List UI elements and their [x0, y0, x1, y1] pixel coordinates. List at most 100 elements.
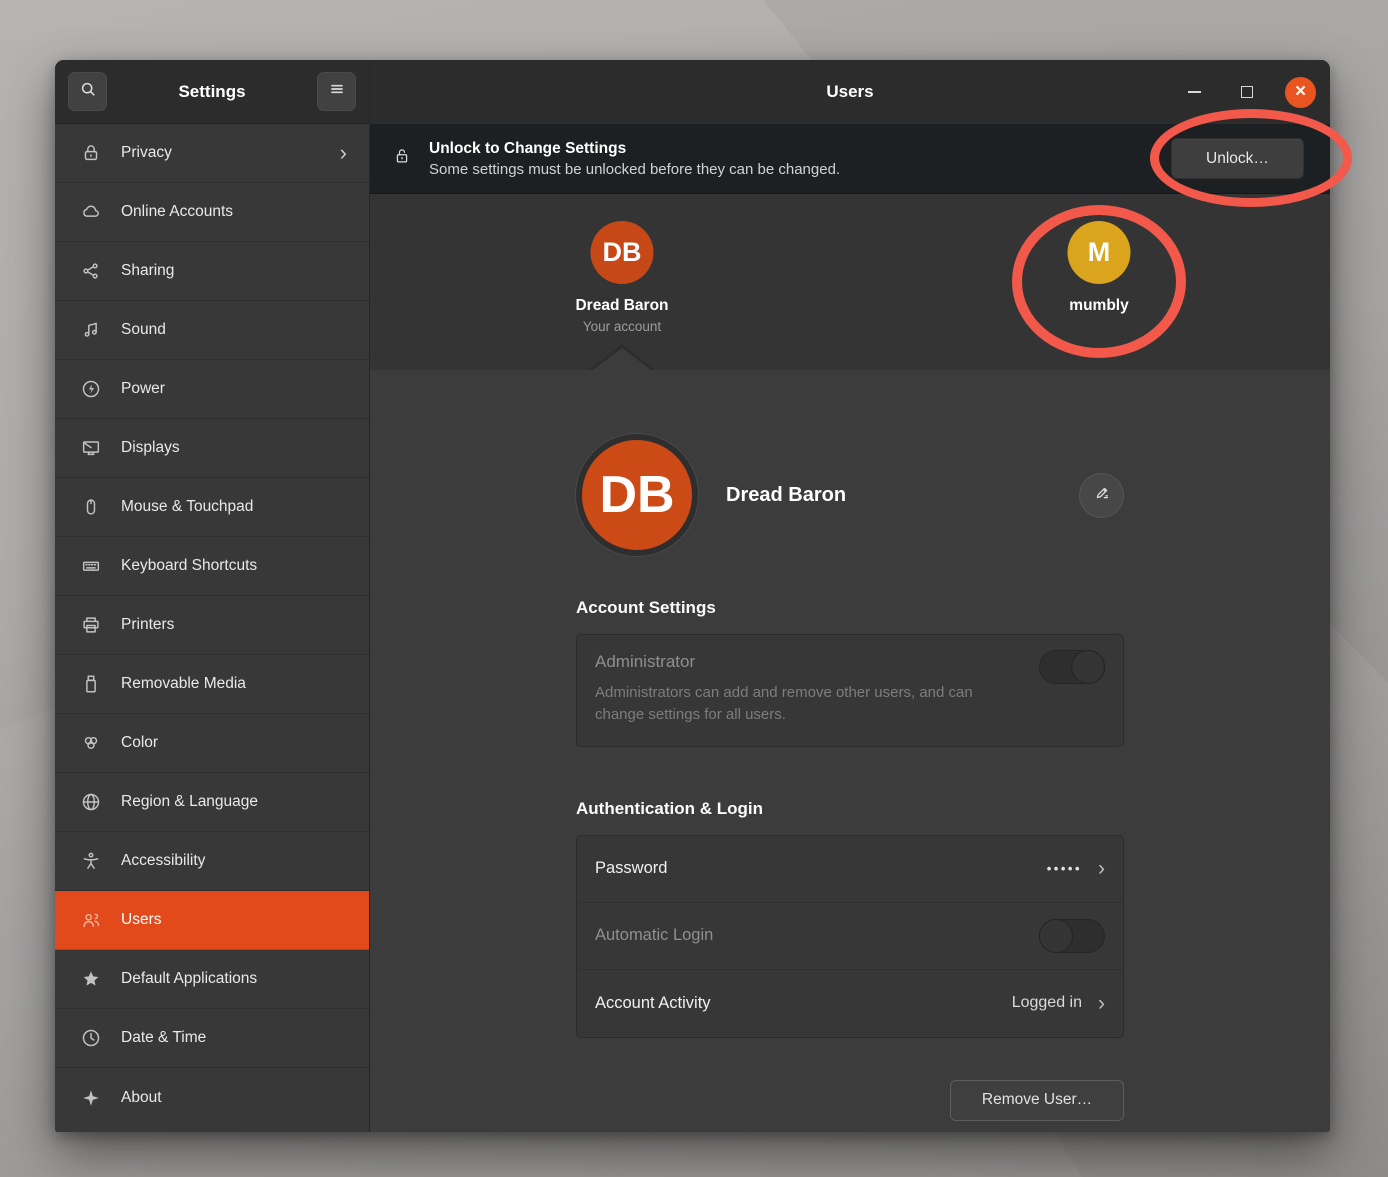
keyboard-icon: [80, 555, 102, 577]
hamburger-icon: [327, 79, 347, 104]
star-icon: [80, 968, 102, 990]
sidebar-item-online-accounts[interactable]: Online Accounts: [55, 183, 369, 242]
account-activity-label: Account Activity: [595, 994, 711, 1013]
content-area: Users × Unlock to Change Settings Some s…: [370, 60, 1330, 1132]
sidebar-item-date-time[interactable]: Date & Time: [55, 1009, 369, 1068]
sidebar-item-label: Power: [121, 380, 165, 398]
sidebar-item-power[interactable]: Power: [55, 360, 369, 419]
sidebar-item-about[interactable]: About: [55, 1068, 369, 1127]
sidebar-item-region-language[interactable]: Region & Language: [55, 773, 369, 832]
avatar: DB: [591, 221, 654, 284]
user-switcher: DB Dread Baron Your account M mumbly: [370, 194, 1330, 370]
sidebar-header: Settings: [55, 60, 369, 124]
user-name: Dread Baron: [575, 297, 668, 315]
search-button[interactable]: [68, 72, 107, 111]
toggle-knob: [1039, 919, 1073, 953]
account-activity-value: Logged in: [1012, 994, 1082, 1012]
sidebar-item-keyboard-shortcuts[interactable]: Keyboard Shortcuts: [55, 537, 369, 596]
edit-name-button[interactable]: [1079, 473, 1124, 518]
banner-subtitle: Some settings must be unlocked before th…: [429, 161, 840, 178]
remove-user-button[interactable]: Remove User…: [950, 1080, 1124, 1121]
lock-icon: [392, 145, 412, 172]
flash-drive-icon: [80, 673, 102, 695]
user-subtitle: Your account: [583, 319, 661, 334]
sidebar-item-label: Removable Media: [121, 675, 246, 693]
user-chip-mumbly[interactable]: M mumbly: [1068, 221, 1131, 315]
color-circles-icon: [80, 732, 102, 754]
auth-login-card: Password ••••• › Automatic Login Acco: [576, 835, 1124, 1038]
accessibility-icon: [80, 850, 102, 872]
sidebar-item-label: Date & Time: [121, 1029, 206, 1047]
app-title: Settings: [107, 82, 317, 102]
music-note-icon: [80, 319, 102, 341]
sidebar-item-label: Sound: [121, 321, 166, 339]
password-label: Password: [595, 859, 667, 878]
section-heading-account-settings: Account Settings: [576, 598, 1124, 618]
banner-text: Unlock to Change Settings Some settings …: [429, 140, 840, 178]
account-header: DB Dread Baron: [576, 434, 1124, 556]
account-name: Dread Baron: [726, 484, 846, 507]
power-icon: [80, 378, 102, 400]
close-button[interactable]: ×: [1285, 77, 1316, 108]
chevron-right-icon: ›: [340, 142, 347, 164]
administrator-label: Administrator: [595, 652, 1105, 672]
administrator-card: Administrator Administrators can add and…: [576, 634, 1124, 747]
maximize-button[interactable]: [1232, 77, 1262, 107]
sidebar-item-displays[interactable]: Displays: [55, 419, 369, 478]
sidebar-item-printers[interactable]: Printers: [55, 596, 369, 655]
globe-icon: [80, 791, 102, 813]
unlock-banner: Unlock to Change Settings Some settings …: [370, 124, 1330, 194]
chevron-right-icon: ›: [1098, 858, 1105, 879]
printer-icon: [80, 614, 102, 636]
user-chip-dread-baron[interactable]: DB Dread Baron Your account: [575, 221, 668, 334]
sidebar-item-accessibility[interactable]: Accessibility: [55, 832, 369, 891]
password-row[interactable]: Password ••••• ›: [577, 836, 1123, 903]
banner-title: Unlock to Change Settings: [429, 140, 840, 158]
sidebar-item-label: Accessibility: [121, 852, 205, 870]
share-icon: [80, 260, 102, 282]
avatar: M: [1068, 221, 1131, 284]
sidebar-item-label: Online Accounts: [121, 203, 233, 221]
user-detail-pane: DB Dread Baron Account Settings Administ…: [370, 370, 1330, 1132]
automatic-login-row: Automatic Login: [577, 903, 1123, 970]
toggle-knob: [1071, 650, 1105, 684]
clock-icon: [80, 1027, 102, 1049]
selected-user-caret: [593, 348, 651, 370]
page-title: Users: [826, 82, 873, 102]
close-icon: ×: [1295, 81, 1306, 103]
sidebar-item-color[interactable]: Color: [55, 714, 369, 773]
sidebar-item-default-applications[interactable]: Default Applications: [55, 950, 369, 1009]
window-controls: ×: [1179, 60, 1316, 124]
sidebar-item-privacy[interactable]: Privacy ›: [55, 124, 369, 183]
administrator-description: Administrators can add and remove other …: [595, 682, 1025, 726]
sparkle-icon: [80, 1087, 102, 1109]
avatar: DB: [576, 434, 698, 556]
sidebar-item-sound[interactable]: Sound: [55, 301, 369, 360]
sidebar: Settings Privacy › Online Accounts Shari…: [55, 60, 370, 1132]
pencil-icon: [1092, 483, 1112, 508]
sidebar-item-label: Sharing: [121, 262, 174, 280]
sidebar-item-label: Privacy: [121, 144, 172, 162]
account-activity-row[interactable]: Account Activity Logged in ›: [577, 970, 1123, 1037]
sidebar-list: Privacy › Online Accounts Sharing Sound …: [55, 124, 369, 1132]
display-icon: [80, 437, 102, 459]
automatic-login-toggle[interactable]: [1039, 919, 1105, 953]
sidebar-item-label: Printers: [121, 616, 174, 634]
automatic-login-label: Automatic Login: [595, 926, 713, 945]
sidebar-item-users[interactable]: Users: [55, 891, 369, 950]
sidebar-item-label: Displays: [121, 439, 180, 457]
unlock-button[interactable]: Unlock…: [1171, 138, 1304, 179]
users-icon: [80, 909, 102, 931]
minimize-icon: [1188, 91, 1201, 93]
menu-button[interactable]: [317, 72, 356, 111]
sidebar-item-sharing[interactable]: Sharing: [55, 242, 369, 301]
sidebar-item-label: Default Applications: [121, 970, 257, 988]
administrator-toggle[interactable]: [1039, 650, 1105, 684]
sidebar-item-label: Region & Language: [121, 793, 258, 811]
sidebar-item-mouse-touchpad[interactable]: Mouse & Touchpad: [55, 478, 369, 537]
titlebar: Users ×: [370, 60, 1330, 124]
sidebar-item-label: Mouse & Touchpad: [121, 498, 253, 516]
lock-icon: [80, 142, 102, 164]
sidebar-item-removable-media[interactable]: Removable Media: [55, 655, 369, 714]
minimize-button[interactable]: [1179, 77, 1209, 107]
